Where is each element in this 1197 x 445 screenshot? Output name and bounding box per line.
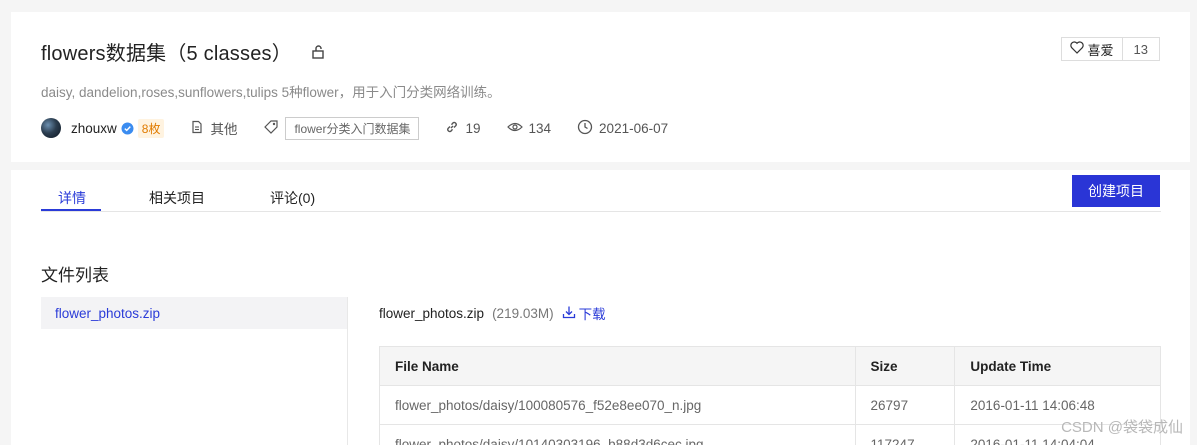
fork-count-item: 19 (445, 120, 481, 137)
column-header-file-name: File Name (379, 346, 856, 386)
publish-date: 2021-06-07 (599, 120, 669, 136)
dataset-title: flowers数据集（5 classes） (41, 43, 292, 65)
avatar[interactable] (41, 118, 61, 138)
document-icon (190, 120, 210, 137)
tag-icon (263, 119, 285, 138)
active-tab-indicator (41, 209, 101, 211)
heart-icon (1069, 41, 1088, 57)
clock-icon (577, 119, 599, 138)
cell-file-name: flower_photos/daisy/10140303196_b88d3d6c… (379, 424, 856, 445)
tab-bar: 详情 相关项目 评论(0) (41, 176, 1161, 212)
download-label: 下载 (578, 307, 606, 322)
link-icon (445, 120, 465, 137)
tag-item: flower分类入门数据集 (263, 116, 420, 140)
file-list: flower_photos.zip (41, 297, 348, 445)
tab-comments[interactable]: 评论(0) (270, 188, 315, 208)
dataset-header-card: flowers数据集（5 classes） 喜爱 13 daisy, dande… (11, 12, 1190, 162)
dataset-content-card: 详情 相关项目 评论(0) 创建项目 文件列表 flower_photos.zi… (11, 170, 1190, 445)
cell-file-name: flower_photos/daisy/100080576_f52e8ee070… (379, 385, 856, 425)
coin-badge: 8枚 (137, 118, 165, 138)
tag-chip[interactable]: flower分类入门数据集 (285, 116, 420, 140)
date-item: 2021-06-07 (577, 119, 668, 138)
cell-size: 117247 (854, 424, 956, 445)
watermark: CSDN @袋袋成仙 (1061, 419, 1183, 436)
create-project-button[interactable]: 创建项目 (1072, 175, 1160, 207)
meta-row: zhouxw 8枚 其他 flower分类入门数据集 19 134 2021-0… (41, 116, 668, 140)
selected-file-name: flower_photos.zip (379, 305, 485, 321)
column-header-update-time: Update Time (954, 346, 1161, 386)
column-header-size: Size (854, 346, 956, 386)
file-list-item[interactable]: flower_photos.zip (41, 297, 347, 329)
like-count: 13 (1133, 41, 1148, 57)
selected-file-size: (219.03M) (492, 305, 554, 321)
like-label: 喜爱 (1087, 42, 1114, 58)
verified-badge-icon (121, 122, 134, 135)
table-row: flower_photos/daisy/10140303196_b88d3d6c… (379, 424, 1161, 445)
like-widget: 喜爱 13 (1060, 37, 1160, 61)
table-row: flower_photos/daisy/100080576_f52e8ee070… (379, 385, 1161, 425)
dataset-description: daisy, dandelion,roses,sunflowers,tulips… (41, 85, 501, 100)
unlock-icon (310, 44, 326, 60)
tab-details[interactable]: 详情 (58, 188, 86, 208)
download-link[interactable]: 下载 (562, 303, 606, 323)
category-label: 其他 (210, 122, 238, 137)
selected-file-header: flower_photos.zip (219.03M) 下载 (379, 303, 606, 323)
category-item: 其他 (190, 118, 237, 138)
file-contents-table: File Name Size Update Time flower_photos… (379, 346, 1161, 445)
cell-size: 26797 (854, 385, 956, 425)
view-count: 134 (528, 120, 552, 136)
like-button[interactable]: 喜爱 (1062, 38, 1123, 60)
fork-count: 19 (465, 120, 481, 136)
view-count-item: 134 (506, 120, 552, 136)
download-icon (562, 305, 579, 322)
username-link[interactable]: zhouxw (71, 121, 117, 136)
table-header-row: File Name Size Update Time (379, 346, 1161, 386)
file-list-title: 文件列表 (41, 266, 109, 285)
eye-icon (506, 121, 529, 136)
tab-related-projects[interactable]: 相关项目 (149, 188, 205, 208)
title-row: flowers数据集（5 classes） (41, 37, 326, 66)
